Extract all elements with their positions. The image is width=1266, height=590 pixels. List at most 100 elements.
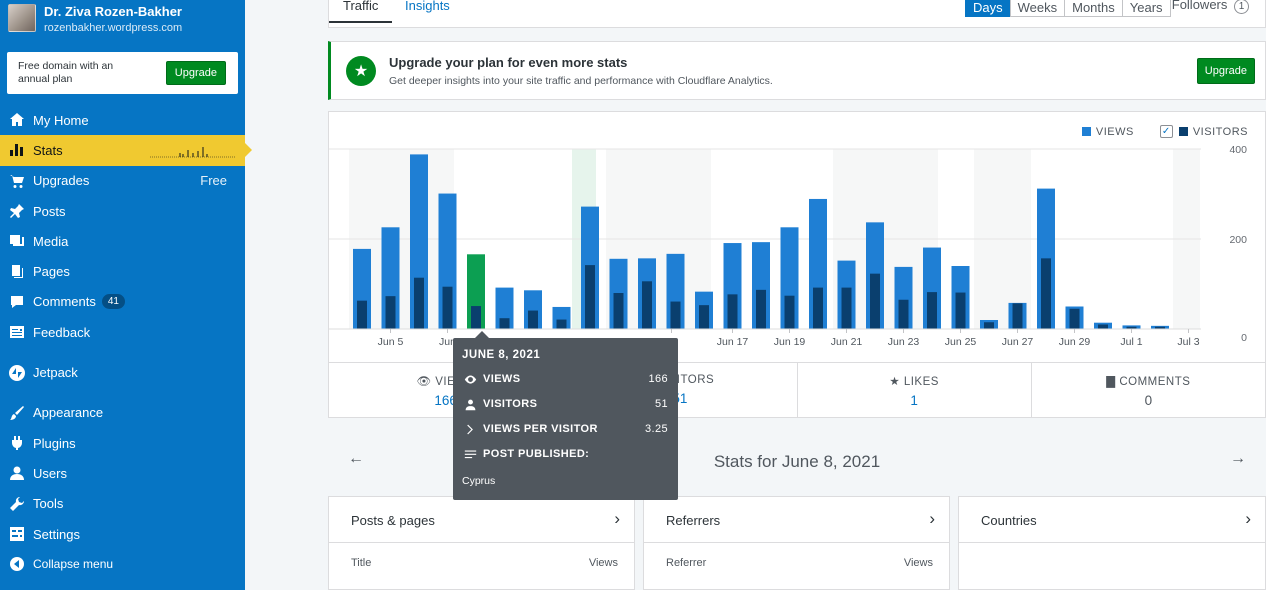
sidebar-item-plugins[interactable]: Plugins [0,428,245,458]
visitors-bar[interactable] [841,287,852,329]
period-weeks[interactable]: Weeks [1009,0,1066,17]
chart-tooltip: JUNE 8, 2021 VIEWS 166 VISITORS 51 VIEWS… [453,331,678,500]
countries-header[interactable]: Countries › [959,497,1265,543]
star-icon: ★ [889,376,904,388]
tooltip-views-value: 166 [648,373,668,385]
sidebar-item-stats[interactable]: Stats [0,135,252,166]
star-icon: ★ [346,55,376,86]
upgrade-button[interactable]: Upgrade [1196,58,1255,84]
visitors-bar[interactable] [699,305,709,329]
x-tick-label: Jun 27 [1002,336,1034,348]
y-tick-label: 0 [1241,332,1247,344]
sidebar-item-feedback[interactable]: Feedback [0,317,245,347]
eye-icon [462,373,478,386]
posts-pages-header[interactable]: Posts & pages › [329,497,634,543]
period-days[interactable]: Days [965,0,1011,17]
visitors-bar[interactable] [727,294,738,329]
list-icon [462,448,478,461]
sidebar-item-users[interactable]: Users [0,458,245,488]
jetpack-icon [8,364,26,382]
sidebar-item-pages[interactable]: Pages [0,256,245,286]
period-months[interactable]: Months [1064,0,1123,17]
posts-pages-title: Posts & pages [351,513,435,528]
x-tick-label: Jul 3 [1177,336,1199,348]
tab-insights[interactable]: Insights [405,0,450,13]
sidebar-item-jetpack[interactable]: Jetpack [0,357,245,387]
promo-text: Free domain with an annual plan [18,60,114,85]
visitors-bar[interactable] [1041,258,1051,329]
tooltip-row-visitors: VISITORS 51 [462,397,669,411]
visitors-bar[interactable] [870,273,880,329]
tooltip-visitors-value: 51 [654,398,668,410]
visitors-bar[interactable] [613,293,624,329]
upgrade-subtitle: Get deeper insights into your site traff… [389,74,773,87]
sidebar-item-upgrades[interactable]: Upgrades Free [0,166,245,196]
promo-upgrade-button[interactable]: Upgrade [165,61,226,85]
period-years[interactable]: Years [1121,0,1171,17]
site-header[interactable]: Dr. Ziva Rozen-Bakher rozenbakher.wordpr… [0,0,245,42]
collapse-icon [8,555,26,573]
sidebar-collapse-menu[interactable]: Collapse menu [0,549,245,579]
visitors-bar[interactable] [556,319,567,329]
column-views: Views [588,557,618,569]
visitors-bar[interactable] [585,265,595,329]
settings-icon [8,525,26,543]
next-day-arrow-icon[interactable]: → [1230,450,1246,468]
sidebar-item-comments[interactable]: Comments 41 [0,287,245,317]
visitors-bar[interactable] [1012,303,1023,329]
total-likes[interactable]: ★ LIKES 1 [798,363,1032,418]
visitors-bar[interactable] [385,296,396,329]
tooltip-row-views: VIEWS 166 [462,372,669,386]
visitors-bar[interactable] [927,292,937,329]
bar-chart[interactable]: 4002000Jun 5Jun15Jun 17Jun 19Jun 21Jun 2… [329,112,1265,362]
sidebar-item-label: Upgrades [33,173,90,189]
visitors-bar[interactable] [414,277,424,329]
sidebar-item-settings[interactable]: Settings [0,519,245,549]
visitors-bar[interactable] [642,281,652,329]
followers-link[interactable]: Followers 1 [1172,0,1249,14]
domain-promo: Free domain with an annual plan Upgrade [7,52,238,94]
x-tick-label: Jun 29 [1059,336,1091,348]
sidebar-item-appearance[interactable]: Appearance [0,398,245,428]
sidebar-item-label: Posts [33,203,66,219]
x-tick-label: Jun 19 [774,336,806,348]
sidebar-item-label: Comments [33,294,96,310]
visitors-bar[interactable] [955,292,966,329]
referrers-header[interactable]: Referrers › [644,497,949,543]
visitors-bar[interactable] [670,301,681,329]
brush-icon [8,404,26,422]
visitors-bar[interactable] [784,295,795,329]
media-icon [8,232,26,250]
chevron-right-icon: › [929,509,935,528]
visitors-bar[interactable] [442,286,453,329]
total-comments[interactable]: ▇ COMMENTS 0 [1032,363,1265,418]
tab-traffic[interactable]: Traffic [328,0,393,23]
sidebar-item-my-home[interactable]: My Home [0,105,245,135]
visitors-bar[interactable] [1069,308,1080,329]
sidebar-item-tools[interactable]: Tools [0,489,245,519]
person-icon [462,398,478,411]
visitors-bar[interactable] [528,310,538,329]
stats-tab-bar: Traffic Insights Days Weeks Months Years… [328,0,1266,28]
chevron-right-icon [462,423,478,436]
posts-pages-panel: Posts & pages › Title Views [328,496,635,590]
sidebar-item-label: Jetpack [33,365,78,381]
column-title: Title [351,557,372,569]
sidebar-item-posts[interactable]: Posts [0,196,245,226]
pages-icon [8,263,26,281]
feedback-icon [8,323,26,341]
visitors-bar[interactable] [813,287,823,329]
visitors-bar[interactable] [499,318,510,329]
visitors-bar[interactable] [357,300,367,329]
visitors-bar[interactable] [984,322,994,329]
visitors-bar[interactable] [1098,324,1108,330]
sidebar-item-label: Plugins [33,435,76,451]
visitors-bar[interactable] [756,289,766,329]
sidebar-item-media[interactable]: Media [0,226,245,256]
total-likes-label: LIKES [903,376,939,388]
visitors-bar[interactable] [471,306,481,329]
column-views: Views [903,557,933,569]
visitors-bar[interactable] [898,299,909,329]
countries-panel: Countries › [958,496,1266,590]
sidebar-item-label: Media [33,233,69,249]
